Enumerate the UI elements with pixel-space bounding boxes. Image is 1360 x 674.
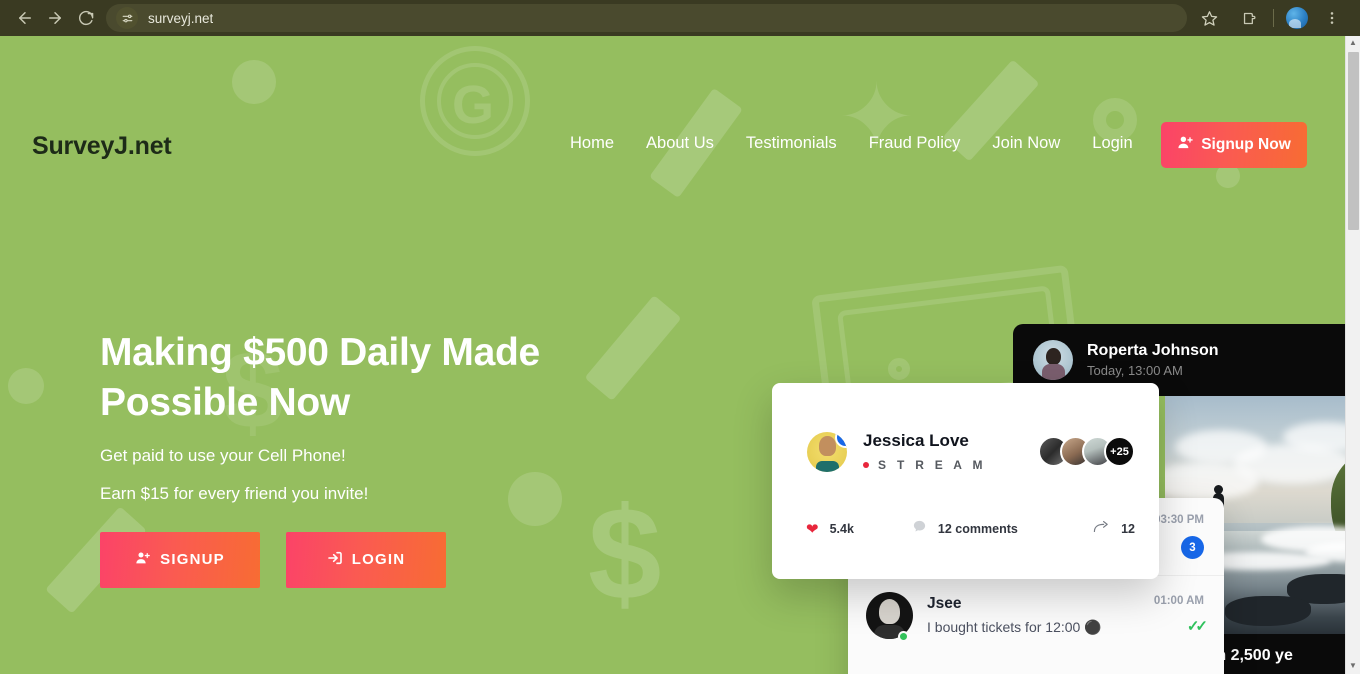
- comment-stat[interactable]: 12 comments: [912, 519, 1018, 538]
- hero-login-button[interactable]: LOGIN: [286, 531, 446, 588]
- login-arrow-icon: [327, 550, 343, 570]
- social-card-name: Jessica Love: [863, 431, 969, 450]
- chat-item-time: 01:00 AM: [1153, 595, 1204, 607]
- chat-item-meta: 03:30 PM 3: [1154, 498, 1206, 575]
- reload-button[interactable]: [70, 3, 100, 33]
- chat-item-time: 03:30 PM: [1154, 514, 1204, 526]
- scroll-down-arrow-icon[interactable]: ▼: [1349, 659, 1357, 672]
- heart-icon: ❤: [806, 520, 819, 538]
- hero-cta-group: SIGNUP LOGIN: [100, 531, 620, 588]
- nav-item-testimonials[interactable]: Testimonials: [746, 134, 837, 153]
- unread-badge: 3: [1181, 536, 1204, 559]
- social-card-header: 3 Jessica Love S T R E A M: [807, 431, 986, 472]
- chat-item-meta: 01:00 AM ✓✓: [1153, 576, 1208, 654]
- back-button[interactable]: [10, 3, 40, 33]
- hero-section: Making $500 Daily Made Possible Now Get …: [100, 328, 620, 588]
- participant-avatar-stack[interactable]: +25: [1038, 436, 1135, 467]
- comment-bubble-icon: [912, 519, 927, 538]
- social-card-status: S T R E A M: [863, 458, 986, 472]
- page-title: Making $500 Daily Made Possible Now: [100, 328, 620, 428]
- signup-now-button[interactable]: Signup Now: [1161, 122, 1307, 168]
- share-stat[interactable]: 12: [1093, 519, 1135, 538]
- hero-signup-button[interactable]: SIGNUP: [100, 531, 260, 588]
- avatar: [1033, 340, 1073, 380]
- hero-subtitle-1: Get paid to use your Cell Phone!: [100, 445, 346, 465]
- site-header: SurveyJ.net Home About Us Testimonials F…: [0, 36, 1345, 186]
- rock-shape: [1225, 596, 1311, 626]
- chat-item-body: Jsee I bought tickets for 12:00 ⚫: [927, 595, 1154, 636]
- chat-item-message: I bought tickets for 12:00 ⚫: [927, 618, 1102, 635]
- address-bar[interactable]: surveyj.net: [106, 4, 1187, 32]
- page-viewport: G ✦ $ $ SurveyJ.net Home About Us Testim…: [0, 36, 1345, 674]
- hero-title-line-2: Possible Now: [100, 380, 350, 424]
- notification-card-time: Today, 13:00 AM: [1087, 363, 1183, 378]
- extensions-icon[interactable]: [1236, 5, 1262, 31]
- live-dot-icon: [863, 462, 869, 468]
- page-scrollbar[interactable]: ▲ ▼: [1345, 36, 1360, 674]
- scrollbar-thumb[interactable]: [1348, 52, 1359, 230]
- profile-avatar[interactable]: [1286, 7, 1308, 29]
- browser-toolbar: surveyj.net: [0, 0, 1360, 36]
- social-card-stats: ❤ 5.4k 12 comments 12: [806, 519, 1135, 538]
- nav-item-fraud-policy[interactable]: Fraud Policy: [869, 134, 961, 153]
- online-status-dot: [898, 631, 909, 642]
- hero-title-line-1: Making $500 Daily Made: [100, 331, 540, 374]
- hero-login-label: LOGIN: [351, 551, 406, 569]
- avatar-overflow-count: +25: [1104, 436, 1135, 467]
- notification-card-text: Roperta Johnson Today, 13:00 AM: [1087, 342, 1219, 378]
- nav-item-about-us[interactable]: About Us: [646, 134, 714, 153]
- chat-item-name: Jsee: [927, 594, 962, 612]
- social-post-card[interactable]: 3 Jessica Love S T R E A M +25 ❤ 5.4k 12…: [772, 383, 1159, 579]
- avatar: 3: [807, 431, 847, 472]
- like-count: 5.4k: [829, 521, 854, 536]
- chat-list-item[interactable]: Jsee I bought tickets for 12:00 ⚫ 01:00 …: [848, 576, 1224, 654]
- notification-card-name: Roperta Johnson: [1087, 342, 1219, 359]
- forward-button[interactable]: [40, 3, 70, 33]
- main-navigation: Home About Us Testimonials Fraud Policy …: [570, 134, 1133, 153]
- share-count: 12: [1121, 521, 1135, 536]
- comment-count: 12 comments: [937, 521, 1018, 536]
- social-card-status-label: S T R E A M: [878, 458, 987, 472]
- like-stat[interactable]: ❤ 5.4k: [806, 520, 854, 538]
- social-card-identity: Jessica Love S T R E A M: [863, 431, 986, 472]
- nav-item-home[interactable]: Home: [570, 134, 614, 153]
- user-plus-icon: [1177, 134, 1194, 156]
- site-settings-icon[interactable]: [116, 7, 138, 29]
- address-bar-url[interactable]: surveyj.net: [148, 11, 213, 26]
- scroll-up-arrow-icon[interactable]: ▲: [1349, 36, 1357, 49]
- user-plus-icon: [135, 550, 151, 570]
- nav-item-login[interactable]: Login: [1092, 134, 1132, 153]
- signup-now-label: Signup Now: [1201, 136, 1291, 153]
- read-receipt-icon: ✓✓: [1186, 618, 1208, 635]
- hero-signup-label: SIGNUP: [160, 551, 225, 569]
- toolbar-divider: [1273, 9, 1274, 27]
- avatar-badge: 3: [835, 431, 847, 448]
- share-arrow-icon: [1093, 519, 1110, 538]
- bookmark-icon[interactable]: [1195, 4, 1223, 32]
- nav-item-join-now[interactable]: Join Now: [992, 134, 1060, 153]
- hero-subtitle-2: Earn $15 for every friend you invite!: [100, 483, 369, 503]
- site-logo[interactable]: SurveyJ.net: [32, 132, 172, 161]
- chrome-menu-icon[interactable]: [1319, 5, 1345, 31]
